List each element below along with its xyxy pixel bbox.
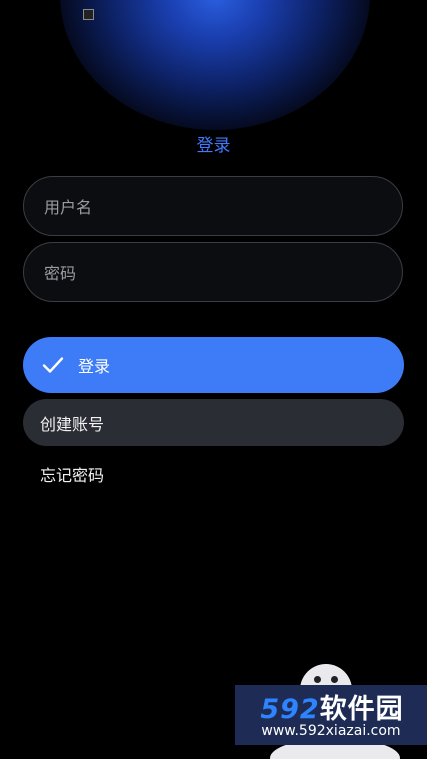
watermark-url: www.592xiazai.com bbox=[261, 723, 401, 739]
mascot-left-eye bbox=[314, 676, 321, 683]
watermark-digits: 592 bbox=[260, 694, 320, 725]
password-input[interactable] bbox=[42, 243, 386, 303]
notification-square-icon bbox=[83, 9, 94, 20]
create-account-button[interactable]: 创建账号 bbox=[23, 399, 404, 446]
username-field[interactable] bbox=[23, 176, 403, 237]
watermark-title: 592软件园 bbox=[239, 687, 425, 726]
mascot-right-eye bbox=[331, 676, 338, 683]
username-input[interactable] bbox=[42, 177, 386, 237]
background-glow bbox=[60, 0, 370, 130]
watermark-text: 软件园 bbox=[319, 694, 404, 725]
check-icon bbox=[41, 353, 65, 377]
create-account-label: 创建账号 bbox=[40, 414, 105, 434]
login-screen: 登录 登录 创建账号 忘记密码 ⚡ ⚡ 592软件园 www.592xiazai… bbox=[0, 0, 427, 759]
password-field[interactable] bbox=[23, 242, 403, 303]
forgot-password-link[interactable]: 忘记密码 bbox=[40, 462, 104, 486]
login-button-label: 登录 bbox=[78, 357, 111, 376]
login-button[interactable]: 登录 bbox=[23, 337, 404, 393]
page-title: 登录 bbox=[196, 136, 231, 156]
watermark-logo: 592软件园 www.592xiazai.com bbox=[235, 685, 427, 745]
